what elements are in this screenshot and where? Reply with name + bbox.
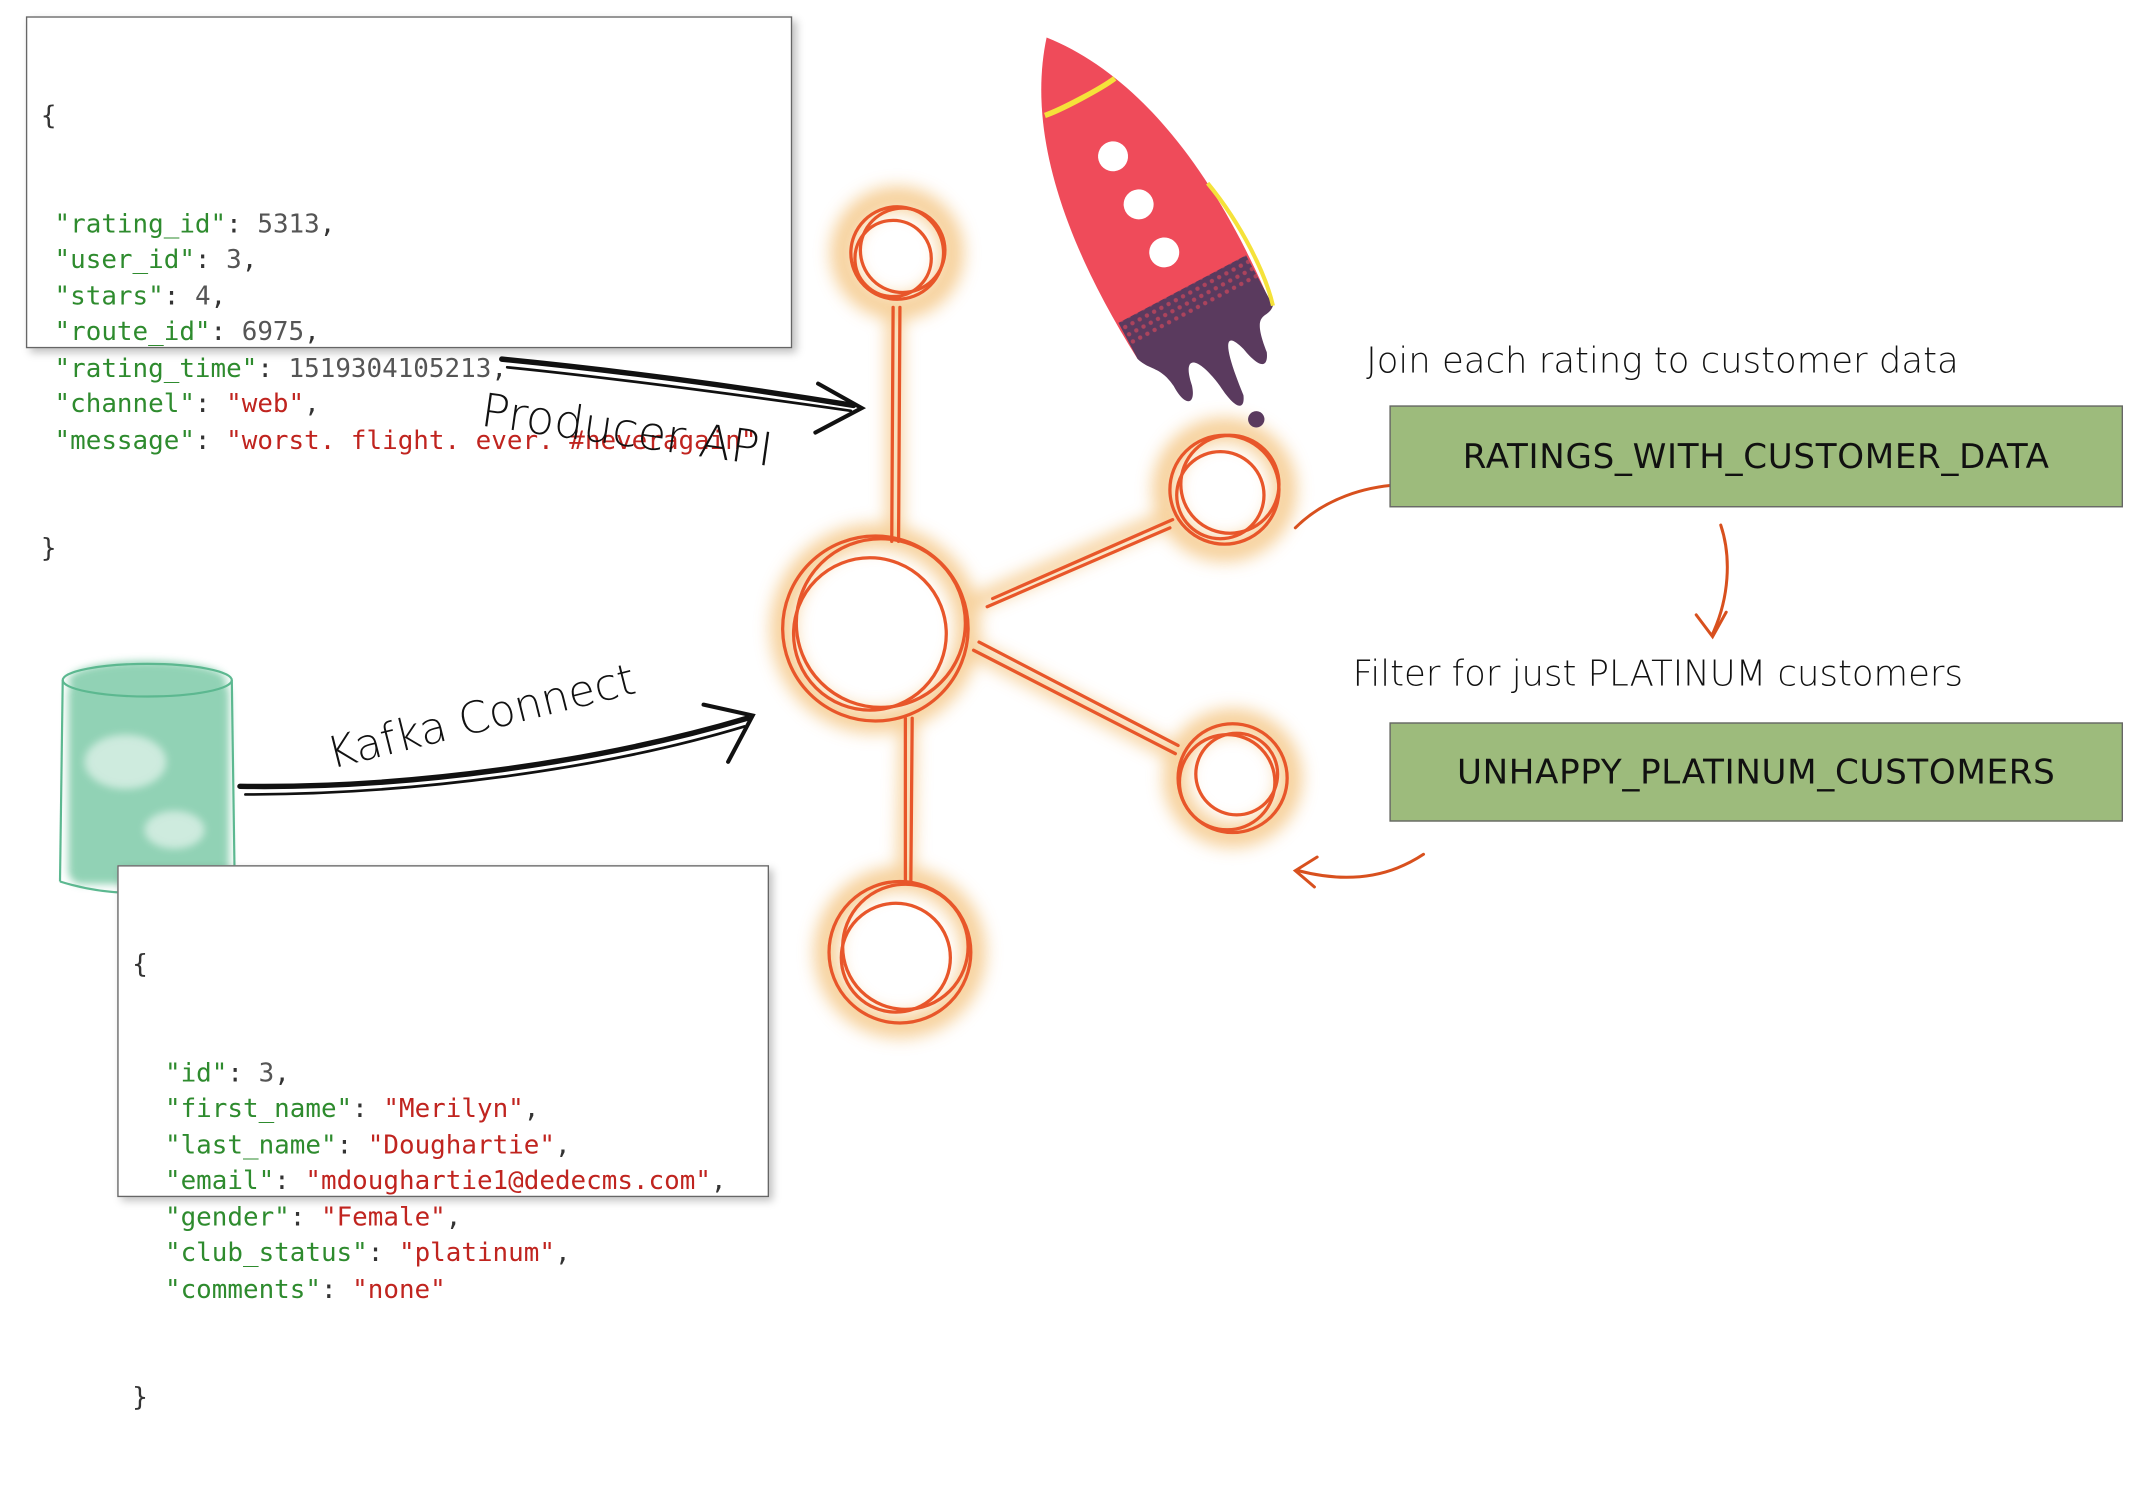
json-key: "id": [164, 1057, 228, 1088]
filtered-topic-label: UNHAPPY_PLATINUM_CUSTOMERS: [1456, 752, 2056, 792]
rating-json-box: { "rating_id": 5313, "user_id": 3, "stars"…: [25, 16, 793, 563]
arrow-filtered-to-node: [1292, 852, 1426, 889]
json-value: "platinum": [398, 1237, 555, 1268]
json-value: 1519304105213: [288, 353, 492, 383]
database-icon: [58, 661, 236, 894]
edge-right-upper: [991, 518, 1175, 601]
json-key: "user_id": [54, 244, 195, 275]
json-key: "club_status": [164, 1237, 368, 1268]
network-node-right-lower: [1176, 722, 1289, 835]
customer-json-box: { "id": 3, "first_name": "Merilyn", "last_…: [117, 865, 770, 1412]
json-close-brace: }: [132, 1382, 148, 1413]
filtered-topic-box: UNHAPPY_PLATINUM_CUSTOMERS: [1389, 722, 2124, 822]
network-node-center: [781, 534, 970, 723]
json-line: "gender": "Female",: [164, 1201, 462, 1232]
network-node-top: [849, 205, 947, 301]
json-open-brace: {: [40, 100, 57, 131]
rocket-icon: [1041, 37, 1275, 428]
json-line: "rating_time": 1519304105213,: [54, 353, 507, 383]
json-value: "Doughartie": [367, 1129, 555, 1160]
network-node-bottom: [827, 879, 973, 1025]
json-value: 6975: [241, 316, 305, 347]
json-line: "id": 3,: [164, 1057, 290, 1088]
json-value: "mdoughartie1@dedecms.com": [305, 1165, 711, 1196]
joined-topic-label: RATINGS_WITH_CUSTOMER_DATA: [1462, 436, 2050, 477]
json-line: "last_name": "Doughartie",: [164, 1129, 571, 1160]
json-line: "first_name": "Merilyn",: [164, 1093, 540, 1124]
customer-json-lines: "id": 3, "first_name": "Merilyn", "last_na…: [132, 1055, 754, 1307]
json-value: "Female": [320, 1201, 446, 1232]
json-key: "gender": [164, 1201, 290, 1232]
json-key: "rating_time": [54, 353, 258, 383]
join-caption: Join each rating to customer data: [1366, 341, 1959, 383]
json-open-brace: {: [132, 949, 148, 980]
json-line: "route_id": 6975,: [54, 316, 320, 347]
filter-caption: Filter for just PLATINUM customers: [1352, 654, 1963, 696]
json-close-brace: }: [40, 533, 57, 564]
json-value: 4: [194, 280, 211, 311]
json-key: "comments": [164, 1273, 321, 1304]
network-node-right-upper: [1168, 433, 1281, 546]
json-value: 3: [226, 244, 242, 275]
json-value: "none": [352, 1273, 446, 1304]
json-line: "email": "mdoughartie1@dedecms.com",: [164, 1165, 727, 1196]
json-key: "channel": [54, 389, 195, 419]
json-key: "stars": [54, 280, 164, 311]
json-value: 5313: [257, 208, 320, 239]
json-value: 3: [258, 1057, 275, 1088]
edge-top: [890, 305, 895, 544]
json-line: "user_id": 3,: [54, 244, 258, 275]
arrow-join-to-filter: [1694, 523, 1729, 640]
json-line: "rating_id": 5313,: [54, 208, 336, 239]
diagram-scene: KSQL { "rating_id": 5313, "user_id": 3, "s…: [0, 0, 2138, 1412]
json-line: "stars": 4,: [54, 280, 227, 311]
json-value: "Merilyn": [383, 1093, 524, 1124]
json-key: "message": [54, 425, 195, 456]
json-value: "web": [226, 389, 305, 419]
json-key: "email": [164, 1165, 275, 1196]
json-line: "comments": "none": [164, 1273, 446, 1304]
json-key: "last_name": [164, 1129, 337, 1160]
json-key: "route_id": [54, 316, 211, 347]
json-key: "rating_id": [54, 208, 227, 239]
edge-right-lower: [977, 640, 1180, 748]
json-key: "first_name": [164, 1093, 353, 1124]
joined-topic-box: RATINGS_WITH_CUSTOMER_DATA: [1389, 405, 2124, 508]
json-line: "club_status": "platinum",: [164, 1237, 571, 1268]
